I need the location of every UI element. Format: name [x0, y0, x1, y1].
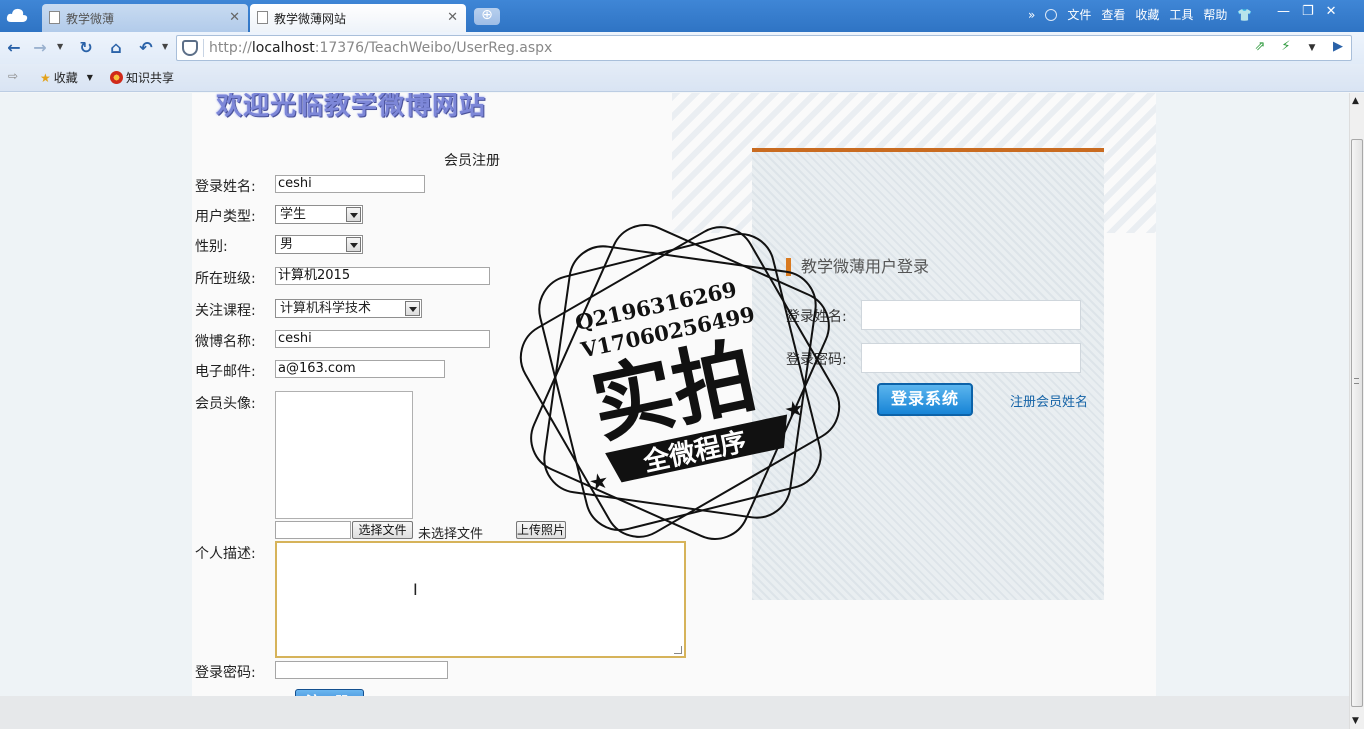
tab-jiaoxue-weibo[interactable]: 教学微薄 ✕ [42, 4, 248, 32]
chevron-down-icon[interactable]: ▼ [162, 42, 168, 51]
select-value: 计算机科学技术 [280, 301, 372, 316]
email-label: 电子邮件: [195, 364, 256, 380]
page-icon [257, 11, 268, 24]
bookmark-favorites[interactable]: ★ 收藏 ▼ [40, 69, 93, 86]
chevron-down-icon: ▼ [86, 73, 93, 82]
watermark-stamp: Q2196316269 V17060256499 实拍 全微程序 ★ ★ [519, 224, 841, 540]
home-icon[interactable]: ⌂ [106, 38, 126, 58]
login-password-input[interactable] [861, 343, 1081, 373]
class-label: 所在班级: [195, 271, 256, 287]
chevron-down-icon [346, 207, 361, 222]
password-label: 登录密码: [195, 665, 256, 681]
register-form-title: 会员注册 [444, 153, 500, 169]
tab-label: 教学微薄网站 [274, 11, 347, 26]
tab-label: 教学微薄 [66, 11, 115, 26]
bookmark-knowledge-share[interactable]: 知识共享 [110, 69, 174, 86]
file-path-input[interactable] [275, 521, 351, 539]
menu-favorites[interactable]: 收藏 [1135, 6, 1159, 23]
user-icon[interactable] [1045, 8, 1058, 21]
course-select[interactable]: 计算机科学技术 [275, 299, 422, 318]
go-icon[interactable]: ▶ [1329, 39, 1347, 57]
gender-label: 性别: [195, 239, 228, 255]
password-input[interactable] [275, 661, 448, 679]
bookmark-label: 知识共享 [126, 71, 175, 85]
login-username-input[interactable] [861, 300, 1081, 330]
gender-select[interactable]: 男 [275, 235, 363, 254]
undo-icon[interactable]: ↶ [136, 38, 156, 58]
bookmarks-bar: ⇨ ★ 收藏 ▼ 知识共享 [0, 64, 1364, 92]
text-cursor-icon: I [413, 580, 418, 599]
weibo-name-input[interactable]: ceshi [275, 330, 490, 348]
no-file-text: 未选择文件 [418, 527, 484, 542]
chevron-down-icon[interactable]: ▼ [1303, 39, 1321, 57]
login-button[interactable]: 登录系统 [877, 383, 973, 416]
bookmark-toggle-icon[interactable]: ⇨ [8, 69, 18, 83]
avatar-preview [275, 391, 413, 519]
avatar-label: 会员头像: [195, 396, 256, 412]
refresh-icon[interactable]: ↻ [76, 38, 96, 58]
select-value: 学生 [280, 207, 307, 222]
close-window-icon[interactable]: ✕ [1326, 4, 1337, 19]
resize-grip-icon[interactable] [674, 646, 682, 654]
window-controls: — ❐ ✕ [1277, 4, 1337, 19]
minimize-icon[interactable]: — [1277, 4, 1290, 19]
bookmark-label: 收藏 [53, 71, 78, 85]
scrollbar-thumb[interactable] [1351, 139, 1363, 707]
scroll-up-icon[interactable]: ▲ [1352, 96, 1359, 106]
select-value: 男 [280, 237, 294, 252]
scrollbar-grip [1354, 378, 1359, 384]
scroll-down-icon[interactable]: ▼ [1352, 716, 1359, 726]
new-tab-button[interactable]: ⊕ [474, 8, 500, 25]
skin-shirt-icon[interactable]: 👕 [1237, 8, 1252, 22]
course-label: 关注课程: [195, 303, 256, 319]
site-banner: 欢迎光临教学微博网站 [216, 93, 487, 121]
menu-help[interactable]: 帮助 [1203, 6, 1227, 23]
url-text[interactable]: http://localhost:17376/TeachWeibo/UserRe… [209, 40, 552, 56]
chevron-down-icon[interactable]: ▼ [57, 42, 63, 51]
register-link[interactable]: 注册会员姓名 [1010, 391, 1088, 410]
choose-file-button[interactable]: 选择文件 [352, 521, 413, 539]
class-input[interactable]: 计算机2015 [275, 267, 490, 285]
weibo-name-label: 微博名称: [195, 334, 256, 350]
description-label: 个人描述: [195, 546, 256, 562]
user-type-label: 用户类型: [195, 209, 256, 225]
chevron-down-icon [405, 301, 420, 316]
chevron-down-icon [346, 237, 361, 252]
address-actions: ⇗ ⚡ ▼ ▶ [1251, 39, 1347, 57]
star-icon: ★ [587, 468, 612, 497]
menu-file[interactable]: 文件 [1067, 6, 1091, 23]
knowledge-share-icon [110, 71, 123, 84]
tab-jiaoxue-weibo-site[interactable]: 教学微薄网站 ✕ [250, 4, 466, 32]
browser-menu: » 文件 查看 收藏 工具 帮助 👕 [1028, 6, 1252, 23]
menu-view[interactable]: 查看 [1101, 6, 1125, 23]
back-icon[interactable]: ← [4, 38, 24, 58]
menu-tools[interactable]: 工具 [1169, 6, 1193, 23]
address-bar[interactable]: http://localhost:17376/TeachWeibo/UserRe… [176, 35, 1352, 61]
email-input[interactable]: a@163.com [275, 360, 445, 378]
username-input[interactable]: ceshi [275, 175, 425, 193]
navigation-bar: ← → ▼ ↻ ⌂ ↶ ▼ http://localhost:17376/Tea… [0, 32, 1364, 64]
username-label: 登录姓名: [195, 179, 256, 195]
restore-icon[interactable]: ❐ [1302, 4, 1314, 19]
forward-icon[interactable]: → [30, 38, 50, 58]
user-type-select[interactable]: 学生 [275, 205, 363, 224]
divider [203, 39, 204, 57]
vertical-scrollbar[interactable]: ▲ ▼ [1349, 93, 1364, 729]
title-bar: 教学微薄 ✕ 教学微薄网站 ✕ ⊕ » 文件 查看 收藏 工具 帮助 👕 — ❐… [0, 0, 1364, 32]
close-icon[interactable]: ✕ [447, 10, 458, 25]
close-icon[interactable]: ✕ [229, 10, 240, 25]
browser-logo-icon [6, 8, 28, 22]
status-bar [0, 696, 1349, 729]
share-icon[interactable]: ⇗ [1251, 39, 1269, 57]
chevron-right-icon[interactable]: » [1028, 8, 1035, 22]
description-textarea[interactable]: I [275, 541, 686, 658]
page-icon [49, 11, 60, 24]
lightning-icon[interactable]: ⚡ [1277, 39, 1295, 57]
shield-icon [182, 40, 198, 56]
star-icon: ★ [40, 70, 51, 85]
